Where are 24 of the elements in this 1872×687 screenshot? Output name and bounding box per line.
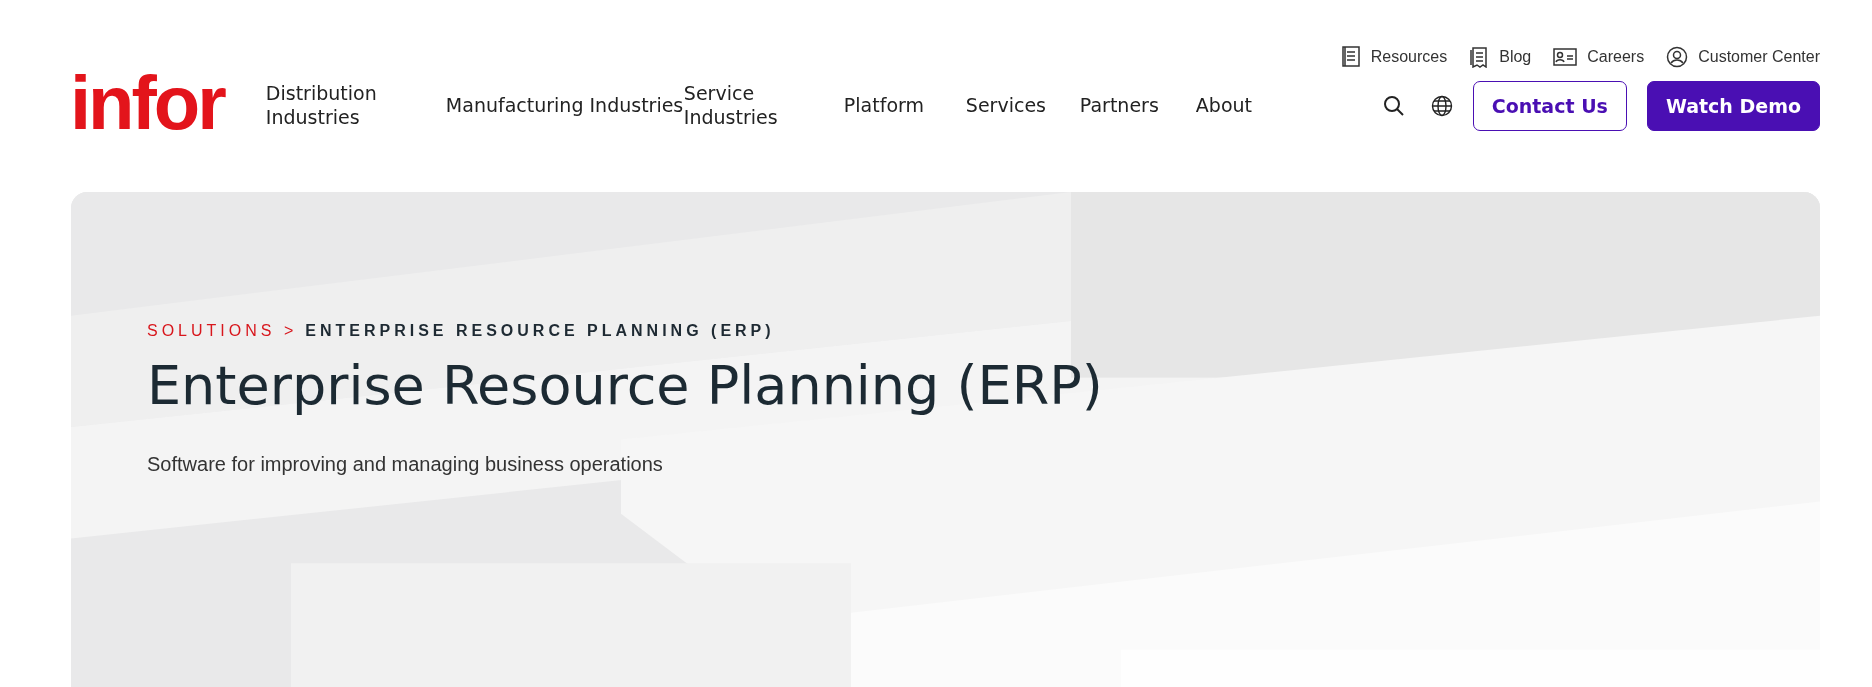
utility-link[interactable]: Careers <box>1553 44 1645 70</box>
search-icon[interactable] <box>1382 95 1405 117</box>
utility-link[interactable]: Customer Center <box>1666 44 1820 70</box>
page-title: Enterprise Resource Planning (ERP) <box>147 354 1104 417</box>
document-icon <box>1469 46 1490 68</box>
id-card-icon <box>1553 48 1578 66</box>
contact-button[interactable]: Contact Us <box>1472 81 1627 131</box>
breadcrumb-link[interactable]: SOLUTIONS > <box>147 322 298 340</box>
globe-icon[interactable] <box>1430 95 1453 117</box>
nav-link[interactable]: Service Industries <box>683 82 844 130</box>
utility-link[interactable]: Blog <box>1469 44 1532 70</box>
nav-link[interactable]: Distribution Industries <box>265 82 446 130</box>
nav-link[interactable]: Manufacturing Industries <box>445 94 684 118</box>
demo-button[interactable]: Watch Demo <box>1646 81 1820 131</box>
page-subtitle: Software for improving and managing business operations <box>147 453 664 476</box>
nav-link[interactable]: Services <box>965 94 1080 118</box>
user-icon <box>1666 46 1689 68</box>
nav-link[interactable]: About <box>1195 94 1286 118</box>
nav-link[interactable]: Platform <box>843 94 966 118</box>
nav-link[interactable]: Partners <box>1079 94 1196 118</box>
utility-link[interactable]: Resources <box>1340 44 1448 70</box>
logo[interactable]: infor <box>70 65 224 141</box>
breadcrumb-current: ENTERPRISE RESOURCE PLANNING (ERP) <box>305 322 775 340</box>
book-icon <box>1340 46 1361 68</box>
